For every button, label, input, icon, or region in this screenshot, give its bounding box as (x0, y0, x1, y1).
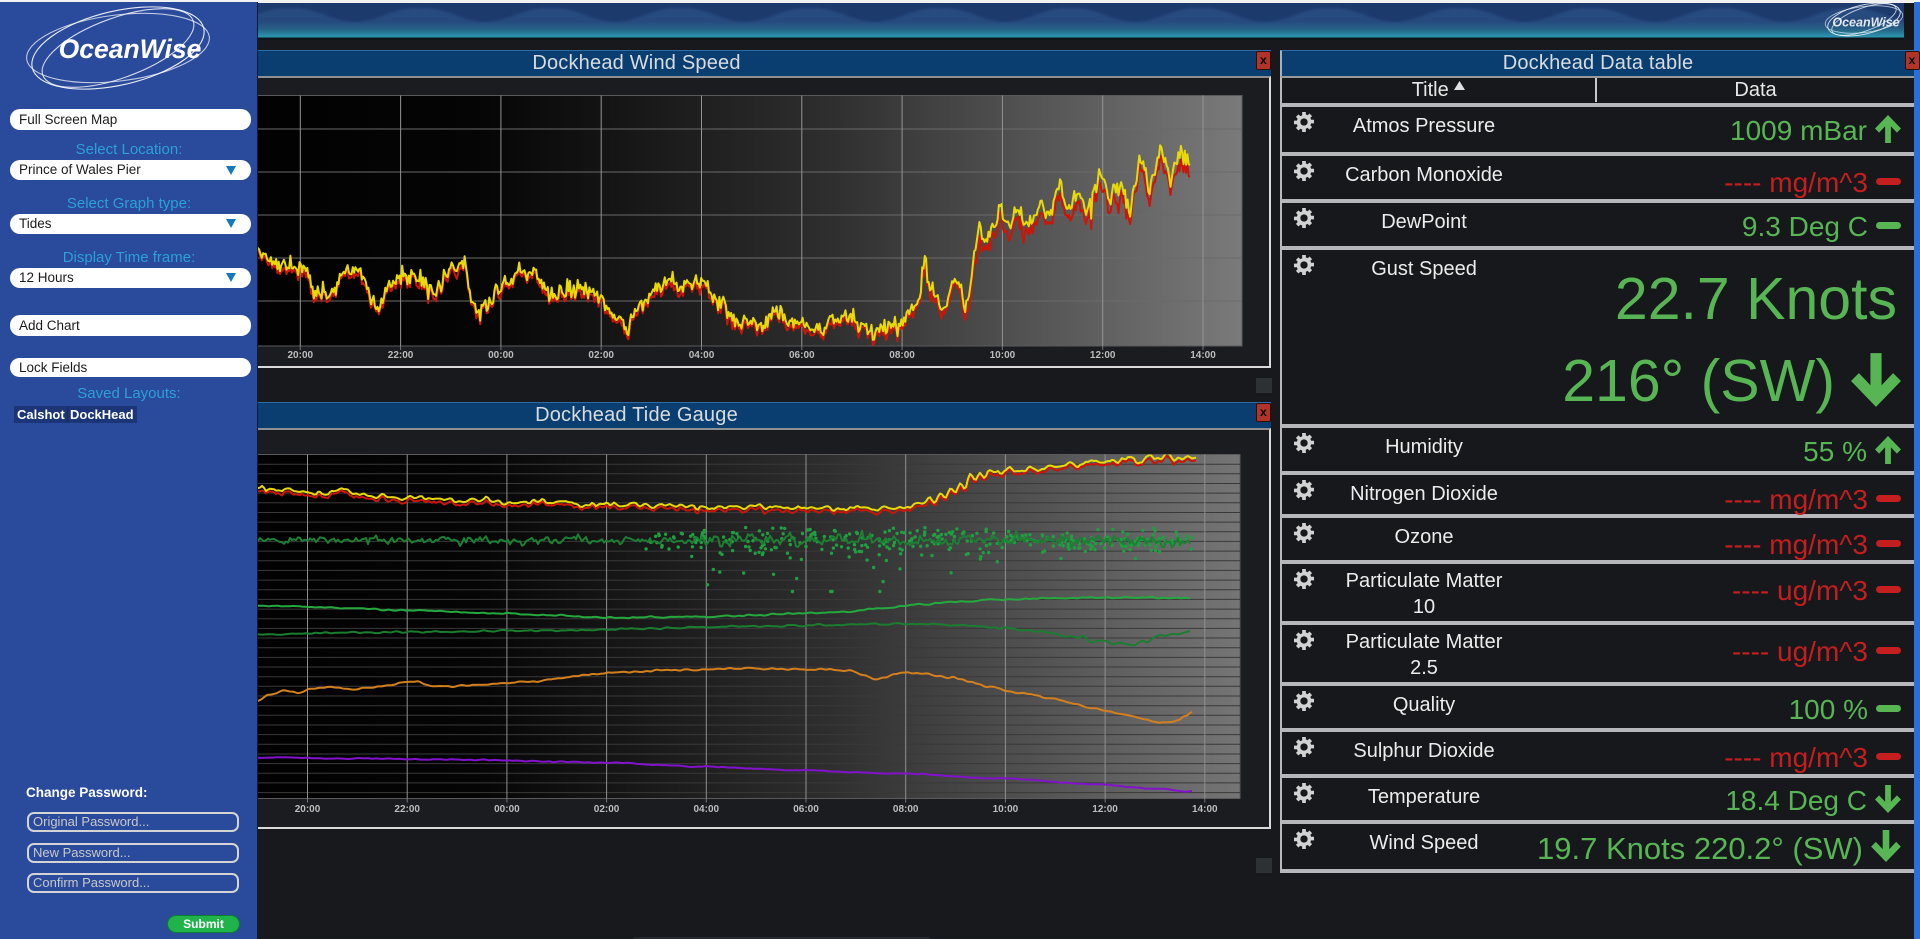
svg-text:20:00: 20:00 (288, 350, 314, 361)
svg-text:00:00: 00:00 (494, 804, 520, 815)
svg-text:02:00: 02:00 (594, 804, 620, 815)
svg-text:22:00: 22:00 (388, 350, 414, 361)
svg-text:00:00: 00:00 (488, 350, 514, 361)
svg-text:OceanWise: OceanWise (59, 34, 202, 64)
svg-text:06:00: 06:00 (793, 804, 819, 815)
svg-text:06:00: 06:00 (789, 350, 815, 361)
svg-text:12:00: 12:00 (1090, 350, 1116, 361)
svg-text:10:00: 10:00 (990, 350, 1016, 361)
svg-text:08:00: 08:00 (893, 804, 919, 815)
svg-text:OceanWise: OceanWise (1832, 16, 1899, 30)
svg-text:10:00: 10:00 (993, 804, 1019, 815)
svg-text:22:00: 22:00 (394, 804, 420, 815)
svg-text:14:00: 14:00 (1190, 350, 1216, 361)
svg-text:20:00: 20:00 (295, 804, 321, 815)
svg-text:12:00: 12:00 (1092, 804, 1118, 815)
svg-text:14:00: 14:00 (1192, 804, 1218, 815)
svg-text:08:00: 08:00 (889, 350, 915, 361)
svg-text:02:00: 02:00 (588, 350, 614, 361)
svg-text:04:00: 04:00 (694, 804, 720, 815)
svg-text:04:00: 04:00 (689, 350, 715, 361)
